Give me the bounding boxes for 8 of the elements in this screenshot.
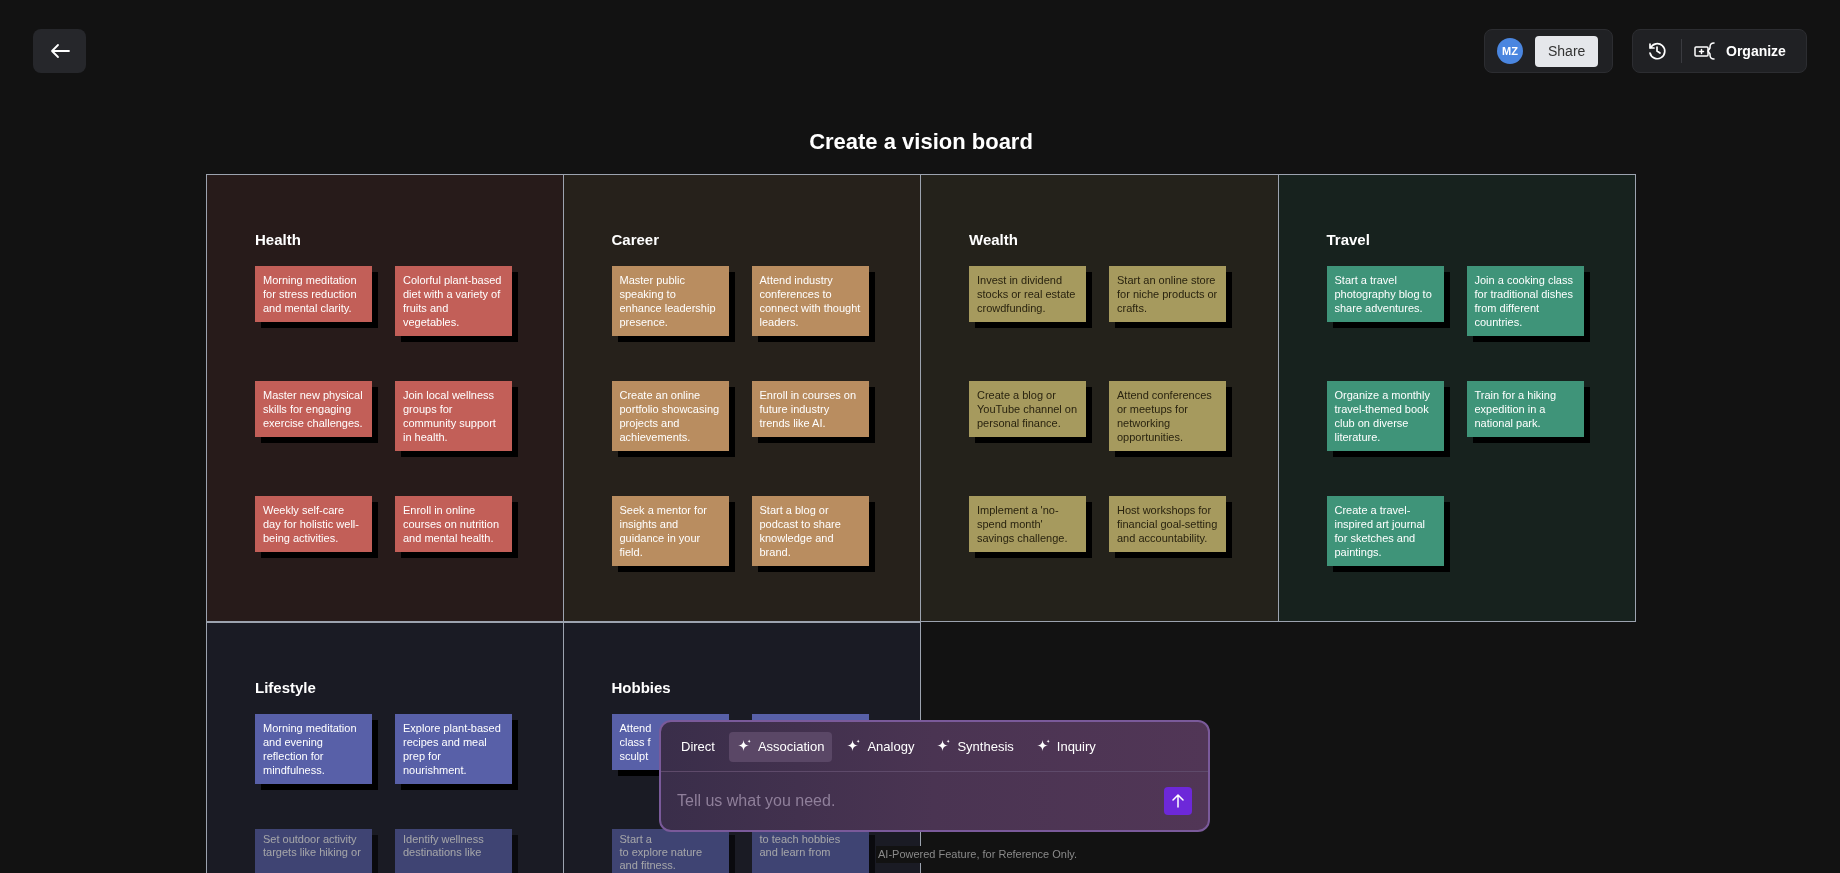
board-title: Create a vision board bbox=[808, 128, 1034, 155]
category-heading: Hobbies bbox=[611, 679, 672, 697]
category-heading: Lifestyle bbox=[255, 679, 317, 697]
disclaimer-text: AI-Powered Feature, for Reference Only. bbox=[876, 846, 1080, 863]
category-heading: Health bbox=[255, 231, 302, 249]
category-heading: Wealth bbox=[969, 231, 1019, 249]
category-heading: Travel bbox=[1326, 231, 1371, 249]
category-heading: Career bbox=[611, 231, 661, 249]
